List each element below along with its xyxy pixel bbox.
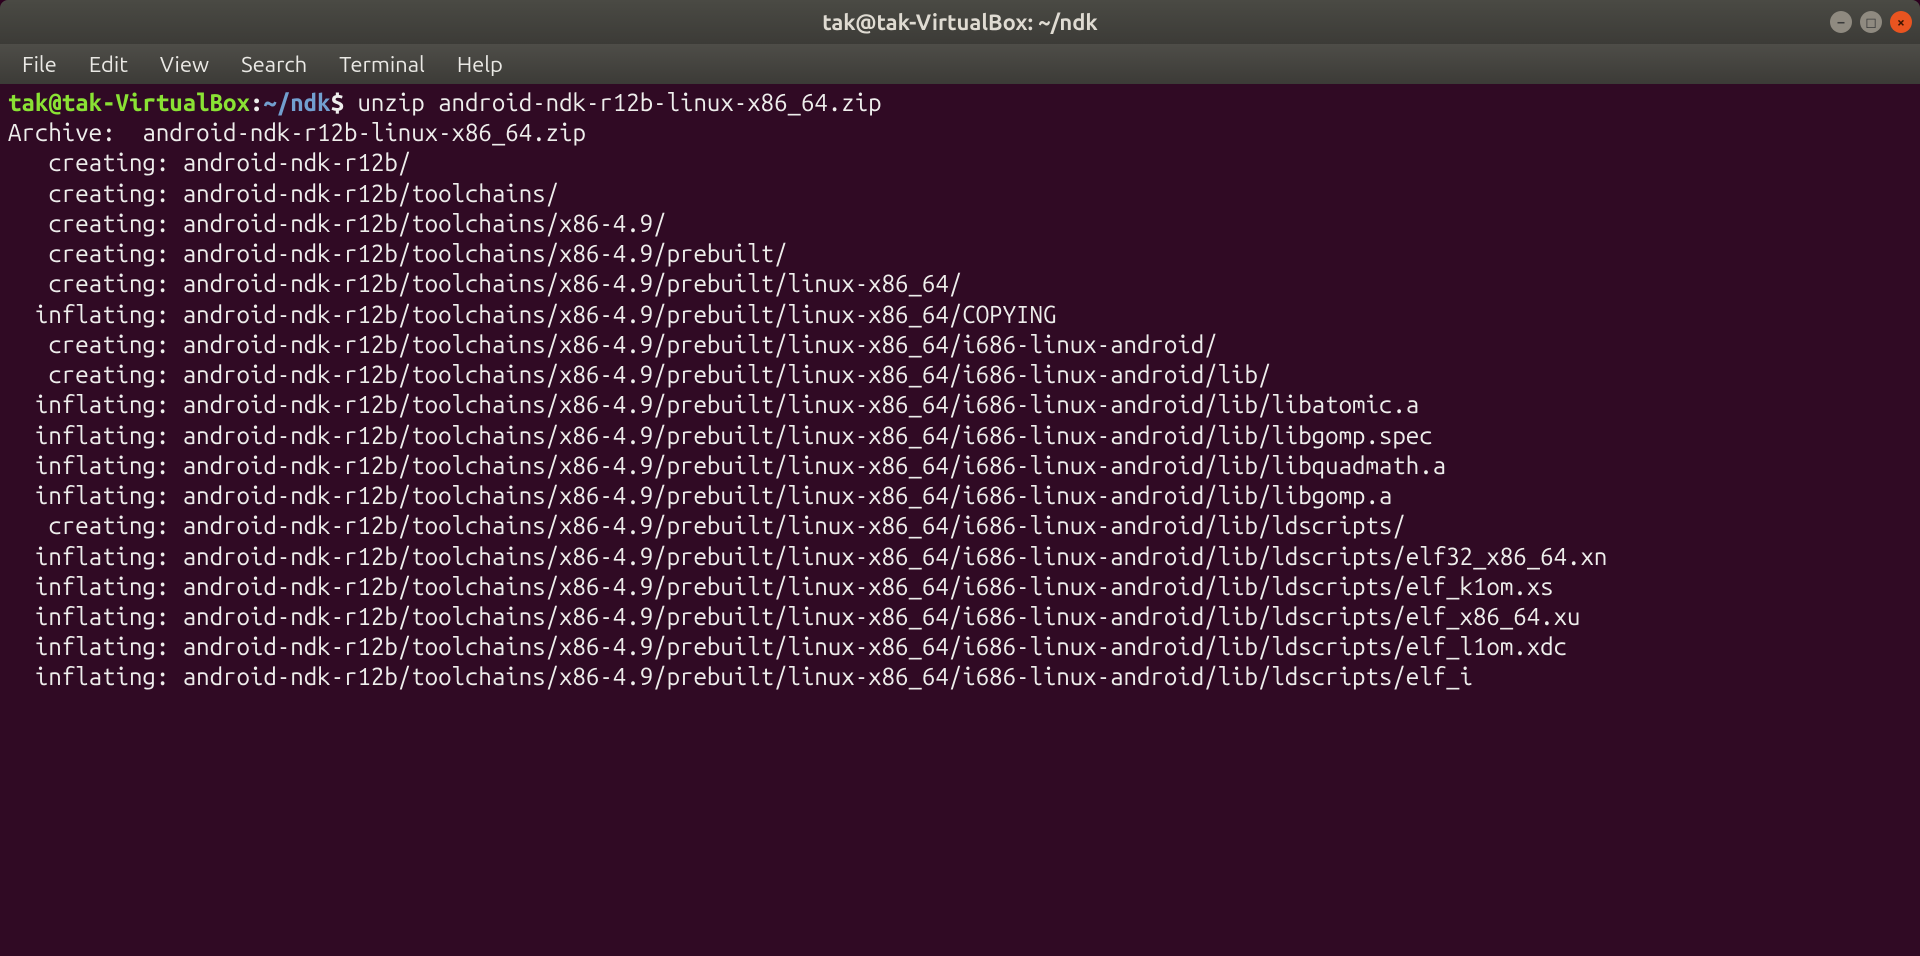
window-title: tak@tak-VirtualBox: ~/ndk xyxy=(822,10,1098,35)
maximize-icon: ◻ xyxy=(1865,14,1877,31)
menubar: File Edit View Search Terminal Help xyxy=(0,44,1920,84)
maximize-button[interactable]: ◻ xyxy=(1860,11,1882,33)
close-button[interactable]: × xyxy=(1890,11,1912,33)
terminal-window: tak@tak-VirtualBox: ~/ndk – ◻ × File Edi… xyxy=(0,0,1920,956)
minimize-button[interactable]: – xyxy=(1830,11,1852,33)
minimize-icon: – xyxy=(1838,14,1845,30)
close-icon: × xyxy=(1897,14,1905,30)
titlebar: tak@tak-VirtualBox: ~/ndk – ◻ × xyxy=(0,0,1920,44)
menu-view[interactable]: View xyxy=(148,48,221,81)
window-controls: – ◻ × xyxy=(1830,11,1912,33)
terminal-output[interactable]: tak@tak-VirtualBox:~/ndk$ unzip android-… xyxy=(0,84,1920,956)
menu-help[interactable]: Help xyxy=(445,48,515,81)
menu-search[interactable]: Search xyxy=(229,48,319,81)
menu-file[interactable]: File xyxy=(10,48,69,81)
menu-terminal[interactable]: Terminal xyxy=(327,48,437,81)
menu-edit[interactable]: Edit xyxy=(77,48,140,81)
